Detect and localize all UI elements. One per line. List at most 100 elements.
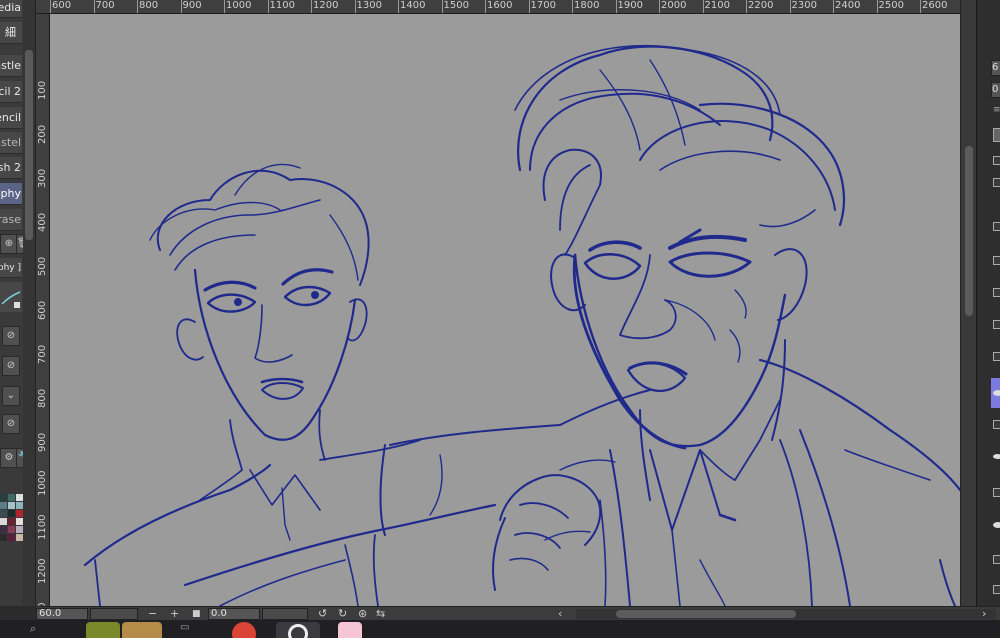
palette-swatch[interactable] [16, 494, 23, 501]
brush-item-brush-2[interactable]: Brush 2 [0, 157, 22, 179]
layer-checkbox-2[interactable] [993, 256, 1000, 265]
app-icon-1[interactable] [86, 622, 120, 638]
brush-panel-scrollbar[interactable] [23, 0, 35, 606]
layer-opacity-field[interactable]: 6 [991, 60, 1000, 76]
layer-checkbox-1[interactable] [993, 222, 1000, 231]
ruler-tick-label: 200 [37, 124, 48, 144]
ruler-tick [224, 0, 225, 13]
ruler-tick [876, 0, 878, 13]
zoom-in-icon[interactable]: + [170, 607, 179, 621]
layer-option-checkbox-2[interactable] [993, 178, 1000, 187]
eye-icon[interactable] [993, 522, 1000, 528]
media-label: media [0, 0, 22, 18]
reset-rotation-icon[interactable]: ⊛ [358, 607, 367, 621]
file-explorer-icon[interactable]: ▭ [180, 622, 194, 638]
palette-swatch[interactable] [0, 518, 7, 525]
layer-checkbox-8[interactable] [993, 555, 1000, 564]
brush-item-pencil-2[interactable]: Pencil 2 [0, 81, 22, 103]
palette-swatch[interactable] [16, 534, 23, 541]
brush-item-calligraphy[interactable]: Calligraphy [0, 183, 22, 205]
brush-item-pastle[interactable]: Pastle [0, 55, 22, 77]
ruler-tick-label: 1800 [574, 0, 600, 11]
ruler-tick [93, 0, 95, 13]
layer-checkbox-7[interactable] [993, 488, 1000, 497]
ruler-tick [615, 0, 617, 13]
layer-panel: 6 0 ≡ [976, 0, 1000, 606]
palette-swatch[interactable] [0, 494, 7, 501]
canvas-vertical-scroll-thumb[interactable] [965, 146, 973, 316]
layer-mode-button[interactable] [993, 128, 1000, 142]
ruler-tick [528, 0, 530, 13]
palette-swatch[interactable] [8, 510, 15, 517]
zoom-slider[interactable] [90, 608, 138, 620]
clip-studio-icon[interactable] [276, 622, 320, 638]
layer-checkbox-6[interactable] [993, 420, 1000, 429]
brush-item-pastel[interactable]: Pastel [0, 132, 22, 154]
ruler-tick [572, 0, 573, 13]
antialias-settings-icon[interactable]: ⊘ [2, 414, 20, 434]
rotate-right-icon[interactable]: ↻ [338, 607, 347, 621]
zoom-level-field[interactable]: 60.0 [36, 608, 88, 620]
scroll-right-icon[interactable]: › [982, 607, 986, 621]
palette-swatch[interactable] [16, 518, 23, 525]
size-pressure-icon[interactable]: ⊘ [2, 356, 20, 376]
brush-item-erase[interactable]: Erase [0, 209, 22, 231]
brush-panel-scroll-thumb[interactable] [25, 50, 33, 240]
rotation-field[interactable]: 0.0 [208, 608, 260, 620]
pressure-settings-icon[interactable]: ⊘ [2, 326, 20, 346]
ruler-tick [746, 0, 747, 13]
scroll-left-icon[interactable]: ‹ [558, 607, 562, 621]
palette-swatch[interactable] [16, 526, 23, 533]
brush-item-pencil[interactable]: Pencil [0, 107, 22, 129]
ruler-tick [180, 0, 182, 13]
layer-checkbox-4[interactable] [993, 320, 1000, 329]
palette-swatch[interactable] [8, 534, 15, 541]
ruler-tick-label: 1400 [400, 0, 426, 11]
drawing-canvas[interactable] [50, 14, 960, 606]
palette-swatch[interactable] [16, 510, 23, 517]
palette-swatch[interactable] [8, 494, 15, 501]
dropdown-chevron-icon[interactable]: ⌄ [2, 386, 20, 406]
subtool-group-label[interactable]: 細 [0, 22, 22, 44]
eye-icon[interactable] [993, 452, 1000, 461]
layer-checkbox-9[interactable] [993, 585, 1000, 594]
eye-icon[interactable] [993, 390, 1000, 396]
layer-option-checkbox-1[interactable] [993, 156, 1000, 165]
layer-menu-icon[interactable]: ≡ [993, 106, 1000, 115]
palette-swatch[interactable] [0, 510, 7, 517]
ruler-tick-label: 700 [95, 0, 115, 11]
horizontal-ruler: 600 700 800 900 1000 1100 1200 1300 1400 1500 1600… [36, 0, 960, 14]
ruler-tick-label: 1200 [37, 558, 48, 584]
rotation-slider[interactable] [262, 608, 308, 620]
ruler-tick-label: 1000 [37, 470, 48, 496]
app-icon-s[interactable] [338, 622, 362, 638]
palette-swatch[interactable] [8, 526, 15, 533]
app-icon-2[interactable] [122, 622, 162, 638]
search-icon[interactable]: ⌕ [30, 622, 36, 636]
ruler-tick-label: 1000 [226, 0, 252, 11]
palette-swatch[interactable] [0, 534, 7, 541]
canvas-horizontal-scrollbar[interactable] [576, 609, 996, 619]
brush-panel: media 細 Pastle Pencil 2 Pencil Pastel Br… [0, 0, 36, 606]
layer-checkbox-5[interactable] [993, 352, 1000, 361]
ruler-tick-label: 700 [37, 344, 48, 364]
canvas-vertical-scrollbar[interactable] [960, 0, 976, 606]
ruler-tick-label: 500 [37, 256, 48, 276]
rotate-left-icon[interactable]: ↺ [318, 607, 327, 621]
canvas-horizontal-scroll-thumb[interactable] [616, 610, 796, 618]
palette-swatch[interactable] [8, 502, 15, 509]
flip-horizontal-icon[interactable]: ⇆ [376, 607, 385, 621]
sketch-artwork [83, 44, 960, 606]
chrome-icon[interactable] [232, 622, 256, 638]
layer-checkbox-3[interactable] [993, 288, 1000, 297]
palette-swatch[interactable] [0, 502, 7, 509]
layer-value-field[interactable]: 0 [991, 82, 1000, 98]
ruler-tick-label: 600 [37, 300, 48, 320]
palette-swatch[interactable] [8, 518, 15, 525]
palette-swatch[interactable] [0, 526, 7, 533]
fit-view-icon[interactable]: ■ [192, 607, 201, 621]
palette-swatch[interactable] [16, 502, 23, 509]
ruler-tick-label: 800 [139, 0, 159, 11]
zoom-out-icon[interactable]: − [148, 607, 157, 621]
color-palette[interactable] [0, 494, 23, 606]
